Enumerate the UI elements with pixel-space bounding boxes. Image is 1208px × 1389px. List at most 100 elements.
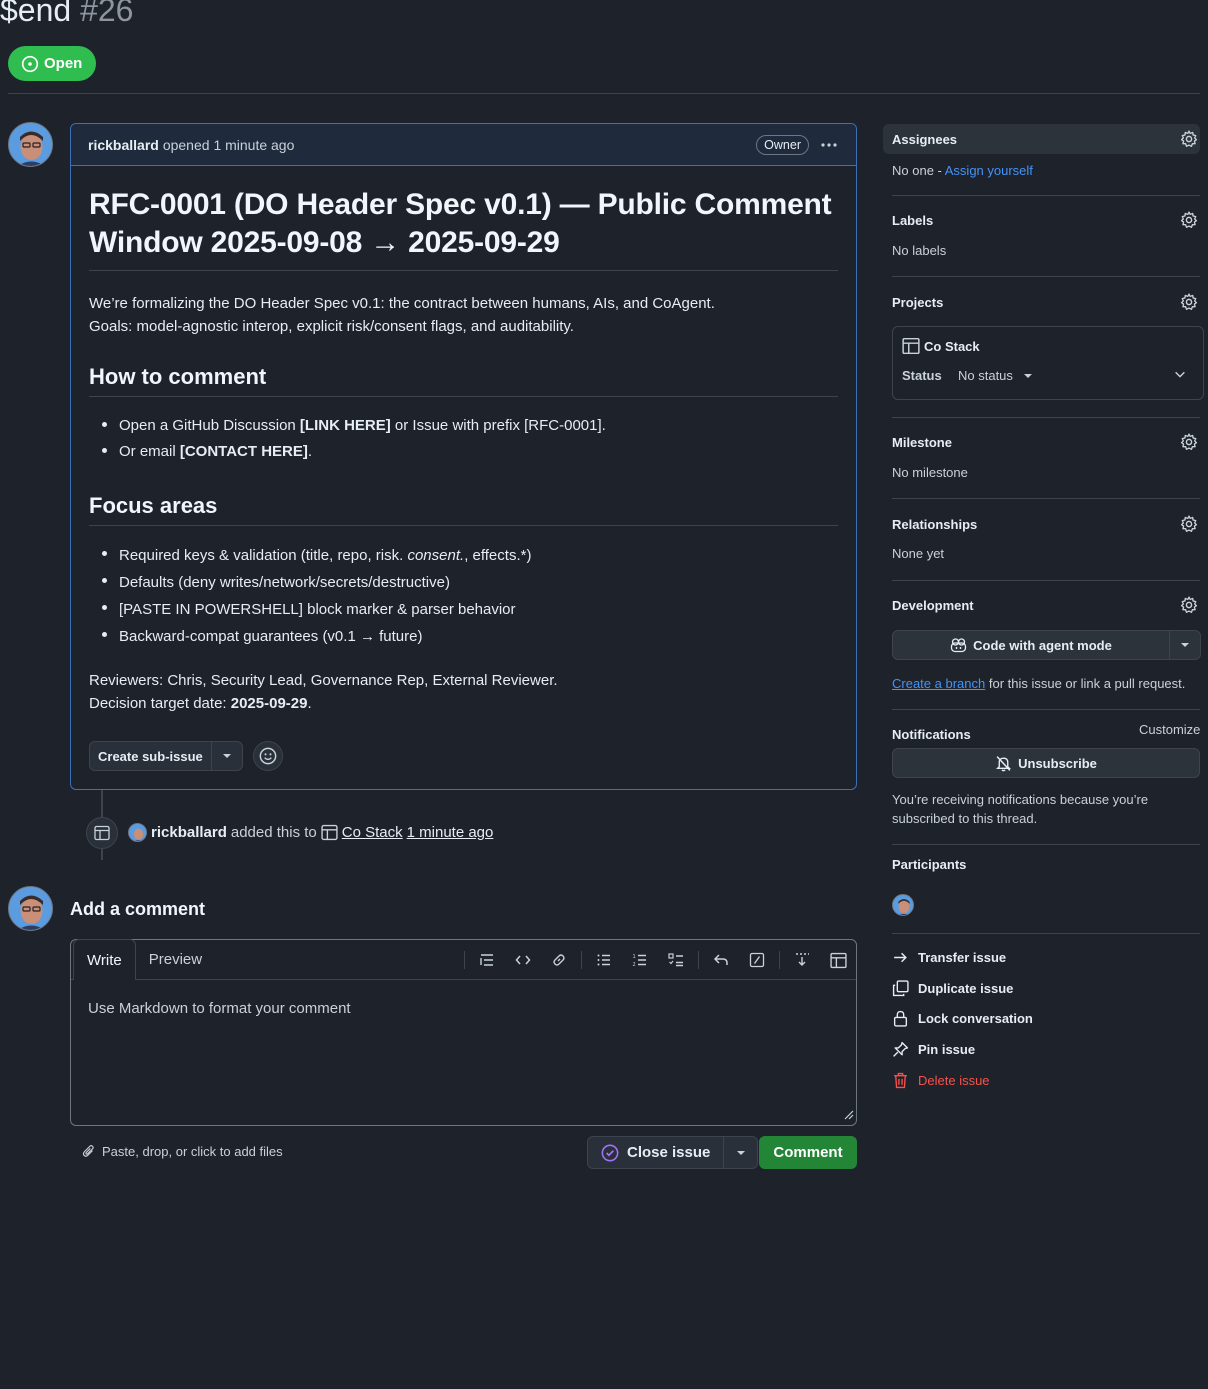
table-icon[interactable] [820, 945, 856, 975]
list-item-text: Open a GitHub Discussion [119, 417, 300, 434]
gear-icon[interactable] [1179, 210, 1199, 230]
lock-conversation-action[interactable]: Lock conversation [892, 1010, 1033, 1027]
unsubscribe-button[interactable]: Unsubscribe [892, 748, 1200, 778]
toolbar-separator [779, 951, 780, 969]
numbered-list-icon[interactable]: 12 [622, 945, 658, 975]
relationships-header[interactable]: Relationships [883, 509, 1200, 539]
slash-command-icon[interactable] [739, 945, 775, 975]
chevron-down-icon[interactable] [212, 742, 242, 770]
participant-avatar[interactable] [892, 894, 914, 916]
resize-handle-icon[interactable] [844, 1107, 854, 1123]
link-icon[interactable] [541, 945, 577, 975]
transfer-issue-action[interactable]: Transfer issue [892, 949, 1006, 966]
list-item: Or email [CONTACT HERE]. [89, 439, 838, 465]
projects-header[interactable]: Projects [883, 287, 1200, 317]
development-title: Development [892, 597, 974, 613]
gear-icon[interactable] [1179, 432, 1199, 452]
assignees-header[interactable]: Assignees [883, 124, 1200, 154]
link-placeholder: [LINK HERE] [299, 417, 391, 434]
list-item-text: Required keys & validation (title, repo,… [119, 547, 404, 564]
labels-header[interactable]: Labels [883, 205, 1200, 235]
sidebar-assignees: Assignees No one - Assign yourself [883, 124, 1200, 178]
pin-icon [893, 1041, 909, 1057]
sidebar-divider [892, 195, 1200, 196]
sidebar-divider [892, 498, 1200, 499]
lock-conversation-label: Lock conversation [918, 1011, 1033, 1026]
close-issue-button[interactable]: Close issue [588, 1137, 725, 1168]
customize-link[interactable]: Customize [1139, 722, 1200, 737]
assignees-value: No one - Assign yourself [883, 163, 1200, 178]
list-item: [PASTE IN POWERSHELL] block marker & par… [89, 596, 838, 623]
create-branch-link[interactable]: Create a branch [892, 676, 985, 691]
heading-icon[interactable] [469, 945, 505, 975]
sidebar-labels: Labels No labels [883, 205, 1200, 258]
code-with-agent-button[interactable]: Code with agent mode [893, 631, 1170, 659]
duplicate-icon [892, 980, 909, 997]
gear-icon[interactable] [1179, 514, 1199, 534]
arrow-right-icon [894, 952, 907, 963]
paperclip-icon [82, 1145, 94, 1157]
comment-textarea[interactable]: Use Markdown to format your comment [71, 980, 856, 1037]
create-sub-issue-button[interactable]: Create sub-issue [90, 742, 212, 770]
list-item-italic: consent. [407, 547, 465, 564]
timeline-event: rickballard added this to Co Stack 1 min… [128, 823, 493, 842]
relationships-title: Relationships [892, 516, 978, 532]
development-header[interactable]: Development [883, 590, 1200, 620]
kebab-menu-icon[interactable] [819, 135, 839, 155]
labels-value: No labels [892, 243, 947, 258]
event-time-link[interactable]: 1 minute ago [407, 824, 494, 841]
list-item: Backward-compat guarantees (v0.1 → futur… [89, 623, 838, 650]
status-dropdown[interactable]: No status [958, 368, 1033, 383]
comment-timestamp[interactable]: 1 minute ago [213, 137, 294, 153]
fold-icon[interactable] [784, 945, 820, 975]
pin-issue-action[interactable]: Pin issue [892, 1041, 975, 1058]
add-reaction-icon[interactable] [252, 741, 283, 771]
reviewers-line: Reviewers: Chris, Security Lead, Governa… [89, 672, 558, 689]
sidebar-projects: Projects [883, 287, 1200, 317]
milestone-header[interactable]: Milestone [883, 427, 1200, 457]
sidebar-divider [892, 417, 1200, 418]
project-card: Co Stack Status No status [892, 326, 1204, 400]
project-table-icon [86, 817, 118, 849]
comment-button[interactable]: Comment [759, 1136, 857, 1169]
create-sub-issue-group: Create sub-issue [89, 741, 243, 771]
gear-icon[interactable] [1179, 595, 1199, 615]
list-item: Required keys & validation (title, repo,… [89, 542, 838, 569]
rfc-heading: RFC-0001 (DO Header Spec v0.1) — Public … [89, 186, 838, 271]
bullet-list-icon[interactable] [586, 945, 622, 975]
author-avatar[interactable] [8, 122, 53, 167]
actor-avatar[interactable] [128, 823, 147, 842]
chevron-down-icon[interactable] [1170, 631, 1200, 659]
duplicate-issue-action[interactable]: Duplicate issue [892, 980, 1013, 997]
gear-icon[interactable] [1179, 129, 1199, 149]
intro-line-1: We’re formalizing the DO Header Spec v0.… [89, 295, 715, 312]
delete-issue-action[interactable]: Delete issue [892, 1072, 990, 1089]
task-list-icon[interactable] [658, 945, 694, 975]
project-card-title[interactable]: Co Stack [902, 337, 980, 355]
issue-number: #26 [80, 0, 134, 28]
tab-write[interactable]: Write [73, 939, 136, 980]
gear-icon[interactable] [1179, 292, 1199, 312]
list-item-text: . [307, 443, 313, 460]
triangle-down-icon [1023, 373, 1032, 378]
code-with-agent-label: Code with agent mode [973, 637, 1112, 653]
intro-line-2: Goals: model-agnostic interop, explicit … [89, 318, 574, 335]
tab-preview[interactable]: Preview [136, 939, 215, 979]
attach-files[interactable]: Paste, drop, or click to add files [82, 1144, 283, 1159]
comment-author-link[interactable]: rickballard [88, 137, 159, 153]
assign-yourself-link[interactable]: Assign yourself [945, 163, 1033, 178]
event-project-link[interactable]: Co Stack [342, 824, 403, 841]
chevron-down-icon[interactable] [724, 1137, 757, 1168]
owner-badge: Owner [756, 134, 809, 155]
chevron-down-icon[interactable] [1173, 367, 1187, 384]
header-divider [8, 93, 1200, 94]
toolbar-separator [464, 951, 465, 969]
projects-title: Projects [892, 294, 944, 310]
comment-action: opened [162, 136, 210, 153]
event-actor-link[interactable]: rickballard [151, 824, 227, 841]
reply-icon[interactable] [703, 945, 739, 975]
comment-body: RFC-0001 (DO Header Spec v0.1) — Public … [71, 166, 856, 771]
code-icon[interactable] [505, 945, 541, 975]
comment-header: rickballard opened 1 minute ago Owner [71, 124, 856, 166]
list-item: Defaults (deny writes/network/secrets/de… [89, 569, 838, 596]
